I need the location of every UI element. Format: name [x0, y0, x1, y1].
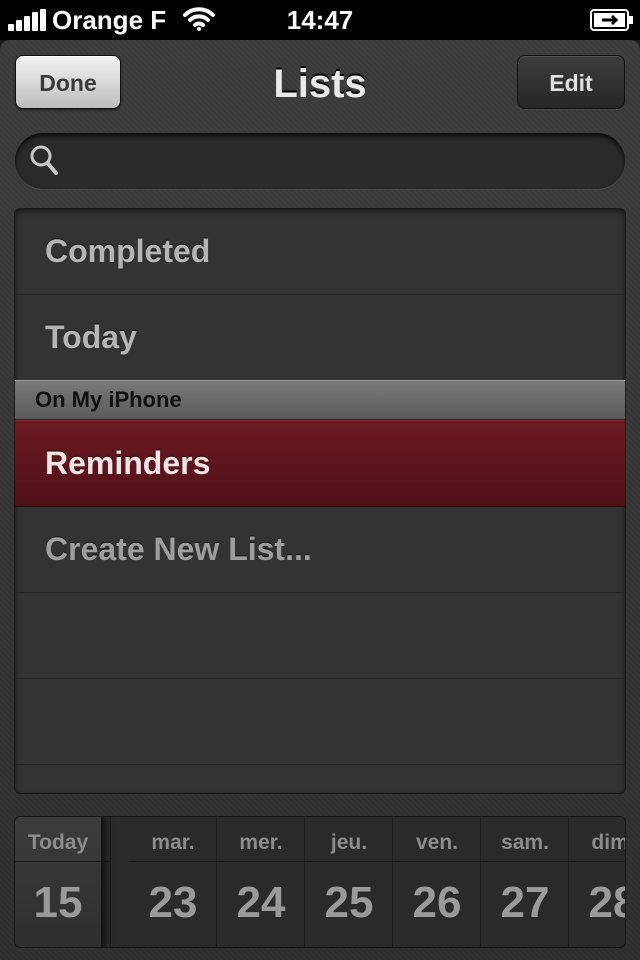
status-time: 14:47	[286, 5, 354, 35]
lists-panel: Completed Today On My iPhone Reminders C…	[14, 208, 626, 794]
lists-screen: Done Lists Edit Completed Today On My iP…	[0, 40, 640, 960]
create-new-list-button[interactable]: Create New List...	[15, 507, 625, 593]
day-cell[interactable]: sam. 27	[481, 817, 569, 947]
search-bar[interactable]	[15, 133, 625, 189]
list-item-reminders[interactable]: Reminders	[15, 420, 625, 507]
today-number: 15	[33, 878, 83, 927]
day-cell[interactable]: jeu. 25	[305, 817, 393, 947]
battery-icon	[590, 9, 634, 36]
day-cell[interactable]: ven. 26	[393, 817, 481, 947]
list-item-completed[interactable]: Completed	[15, 209, 625, 295]
day-number: 27	[500, 878, 550, 927]
search-input[interactable]	[73, 141, 617, 183]
list-item-today[interactable]: Today	[15, 295, 625, 381]
day-cell[interactable]: mar. 23	[129, 817, 217, 947]
day-cell[interactable]: dim. 28	[569, 817, 625, 947]
day-weekday: ven.	[415, 831, 459, 854]
empty-row	[15, 593, 625, 679]
day-weekday: dim.	[591, 831, 625, 854]
day-number: 23	[148, 878, 198, 927]
search-icon	[29, 144, 61, 183]
date-strip[interactable]: . 22 mar. 23 mer. 24 jeu. 25 ven. 26 sam…	[14, 816, 626, 948]
day-number: 28	[588, 878, 625, 927]
status-bar: Orange F 14:47	[0, 0, 640, 40]
day-weekday: mer.	[239, 831, 283, 854]
today-cell[interactable]: Today 15	[15, 817, 103, 947]
day-cell[interactable]: mer. 24	[217, 817, 305, 947]
day-weekday: mar.	[151, 831, 195, 854]
day-number: 24	[236, 878, 286, 927]
edit-button[interactable]: Edit	[517, 55, 625, 109]
day-number: 25	[324, 878, 374, 927]
day-weekday: sam.	[501, 831, 549, 854]
day-number: 26	[412, 878, 462, 927]
day-weekday: jeu.	[330, 831, 368, 854]
section-header-on-my-iphone: On My iPhone	[15, 380, 625, 420]
today-label: Today	[27, 831, 89, 854]
empty-row	[15, 679, 625, 765]
